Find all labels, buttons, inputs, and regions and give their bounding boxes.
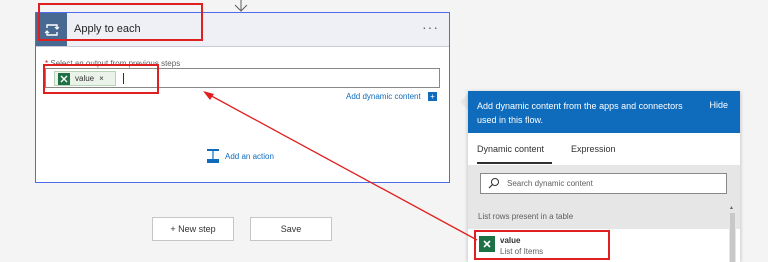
scrollbar[interactable]: ▲	[729, 203, 736, 262]
search-area: Search dynamic content	[468, 165, 740, 203]
more-options-icon[interactable]: ···	[422, 19, 439, 35]
search-placeholder: Search dynamic content	[507, 179, 593, 188]
section-label: List rows present in a table	[478, 212, 574, 221]
panel-header: Add dynamic content from the apps and co…	[468, 91, 740, 133]
add-dynamic-content-icon[interactable]: +	[428, 92, 437, 101]
scrollbar-thumb[interactable]	[730, 213, 735, 262]
panel-header-text: Add dynamic content from the apps and co…	[477, 101, 683, 125]
search-input[interactable]: Search dynamic content	[480, 173, 727, 194]
active-tab-indicator	[477, 162, 552, 164]
add-action-label: Add an action	[225, 151, 274, 161]
add-action-button[interactable]: Add an action	[206, 148, 274, 164]
hide-button[interactable]: Hide	[709, 100, 728, 110]
add-dynamic-content-link[interactable]: Add dynamic content	[346, 92, 421, 101]
tab-dynamic-content[interactable]: Dynamic content	[477, 144, 544, 154]
scroll-up-icon[interactable]: ▲	[729, 205, 734, 211]
annotation-box-token	[43, 64, 159, 94]
search-icon	[488, 178, 499, 189]
new-step-button[interactable]: + New step	[152, 217, 234, 241]
section-header: List rows present in a table	[468, 203, 740, 229]
annotation-box-header	[38, 3, 203, 41]
save-button[interactable]: Save	[250, 217, 332, 241]
annotation-box-value	[474, 230, 610, 260]
panel-pointer	[460, 94, 468, 110]
add-action-icon	[207, 149, 219, 163]
panel-tabs: Dynamic content Expression	[468, 133, 740, 165]
tab-expression[interactable]: Expression	[571, 144, 616, 154]
